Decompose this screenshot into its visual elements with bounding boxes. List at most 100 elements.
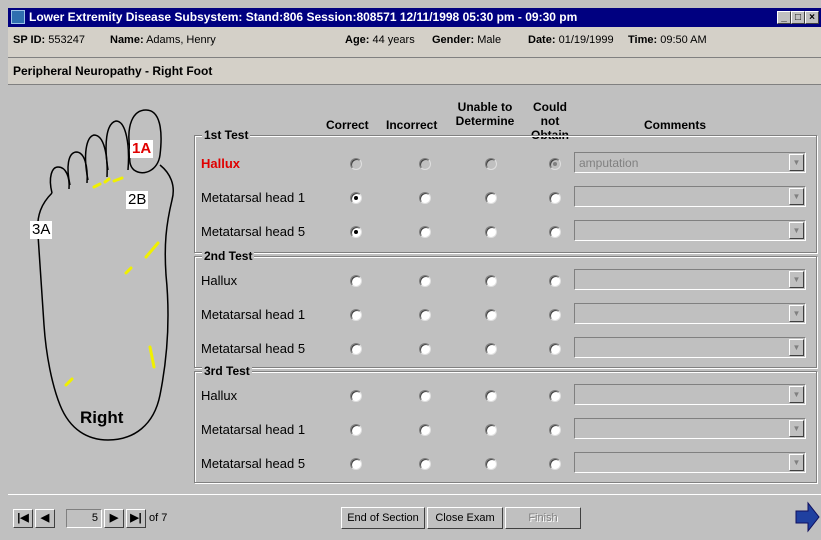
radio-unable[interactable]: [485, 275, 497, 287]
radio-could-not[interactable]: [549, 309, 561, 321]
radio-could-not[interactable]: [549, 158, 561, 170]
patient-age: Age: 44 years: [345, 34, 415, 46]
col-correct: Correct: [326, 118, 369, 132]
site-label: Metatarsal head 5: [201, 224, 306, 239]
end-of-section-button[interactable]: End of Section: [341, 507, 425, 529]
radio-correct[interactable]: [350, 192, 362, 204]
marker-1a: 1A: [130, 140, 154, 158]
radio-could-not[interactable]: [549, 275, 561, 287]
radio-incorrect[interactable]: [419, 343, 431, 355]
radio-incorrect[interactable]: [419, 192, 431, 204]
radio-unable[interactable]: [485, 343, 497, 355]
comments-dropdown[interactable]: ▼: [574, 303, 806, 324]
radio-correct[interactable]: [350, 309, 362, 321]
radio-incorrect[interactable]: [419, 309, 431, 321]
radio-incorrect[interactable]: [419, 424, 431, 436]
radio-could-not[interactable]: [549, 343, 561, 355]
radio-unable[interactable]: [485, 390, 497, 402]
chevron-down-icon[interactable]: ▼: [789, 271, 804, 288]
radio-incorrect[interactable]: [419, 458, 431, 470]
foot-side-label: Right: [80, 408, 124, 427]
comments-dropdown[interactable]: ▼: [574, 384, 806, 405]
radio-correct[interactable]: [350, 158, 362, 170]
comments-dropdown[interactable]: ▼: [574, 269, 806, 290]
chevron-down-icon[interactable]: ▼: [789, 154, 804, 171]
chevron-down-icon[interactable]: ▼: [789, 188, 804, 205]
section-bar: Peripheral Neuropathy - Right Foot: [8, 58, 821, 85]
close-exam-button[interactable]: Close Exam: [427, 507, 503, 529]
test-group-2: 2nd Test Hallux ▼ Metatarsal head 1 ▼ Metatar…: [194, 249, 817, 368]
site-label: Hallux: [201, 273, 238, 288]
site-label: Metatarsal head 5: [201, 456, 306, 471]
first-page-button[interactable]: |◀: [13, 509, 33, 528]
exam-time: Time: 09:50 AM: [628, 34, 707, 46]
sp-id: SP ID: 553247: [13, 34, 85, 46]
comments-dropdown[interactable]: ▼: [574, 452, 806, 473]
foot-diagram: 1A 2B 3A Right: [8, 85, 188, 465]
patient-gender: Gender: Male: [432, 34, 502, 46]
title-bar: Lower Extremity Disease Subsystem: Stand…: [8, 8, 821, 27]
radio-incorrect[interactable]: [419, 390, 431, 402]
radio-could-not[interactable]: [549, 424, 561, 436]
chevron-down-icon[interactable]: ▼: [789, 305, 804, 322]
test-group-3: 3rd Test Hallux ▼ Metatarsal head 1 ▼ Metatar…: [194, 364, 817, 483]
patient-info-bar: SP ID: 553247 Name: Adams, Henry Age: 44…: [8, 27, 821, 58]
radio-correct[interactable]: [350, 275, 362, 287]
site-label: Metatarsal head 1: [201, 422, 306, 437]
test-group-title: 3rd Test: [202, 364, 252, 378]
radio-correct[interactable]: [350, 343, 362, 355]
radio-could-not[interactable]: [549, 458, 561, 470]
col-comments: Comments: [644, 118, 707, 132]
radio-could-not[interactable]: [549, 390, 561, 402]
radio-unable[interactable]: [485, 309, 497, 321]
radio-could-not[interactable]: [549, 226, 561, 238]
col-unable: Unable to Determine: [455, 100, 515, 128]
radio-correct[interactable]: [350, 458, 362, 470]
chevron-down-icon[interactable]: ▼: [789, 222, 804, 239]
window-title: Lower Extremity Disease Subsystem: Stand…: [29, 10, 578, 24]
finish-button[interactable]: Finish: [505, 507, 581, 529]
next-page-button[interactable]: ▶: [104, 509, 124, 528]
maximize-button[interactable]: □: [791, 11, 805, 24]
radio-unable[interactable]: [485, 424, 497, 436]
radio-unable[interactable]: [485, 458, 497, 470]
comments-dropdown[interactable]: ▼: [574, 337, 806, 358]
radio-correct[interactable]: [350, 390, 362, 402]
comments-dropdown[interactable]: amputation ▼: [574, 152, 806, 173]
comments-dropdown[interactable]: ▼: [574, 418, 806, 439]
chevron-down-icon[interactable]: ▼: [789, 420, 804, 437]
marker-3a: 3A: [30, 221, 53, 239]
page-number-field[interactable]: 5: [66, 509, 102, 528]
close-button[interactable]: ×: [805, 11, 819, 24]
site-label: Metatarsal head 5: [201, 341, 306, 356]
patient-name: Name: Adams, Henry: [110, 34, 216, 46]
radio-incorrect[interactable]: [419, 275, 431, 287]
radio-correct[interactable]: [350, 226, 362, 238]
navigation-bar: |◀ ◀ 5 ▶ ▶| of 7 End of Section Close Ex…: [8, 494, 821, 540]
comments-value: amputation: [579, 156, 639, 170]
exam-date: Date: 01/19/1999: [528, 34, 614, 46]
radio-unable[interactable]: [485, 226, 497, 238]
site-label: Hallux: [201, 156, 241, 171]
next-arrow-icon[interactable]: [794, 501, 820, 533]
radio-unable[interactable]: [485, 192, 497, 204]
test-group-title: 1st Test: [202, 128, 251, 142]
test-group-title: 2nd Test: [202, 249, 255, 263]
site-label: Metatarsal head 1: [201, 190, 306, 205]
site-label: Hallux: [201, 388, 238, 403]
radio-could-not[interactable]: [549, 192, 561, 204]
radio-unable[interactable]: [485, 158, 497, 170]
chevron-down-icon[interactable]: ▼: [789, 339, 804, 356]
radio-incorrect[interactable]: [419, 226, 431, 238]
prev-page-button[interactable]: ◀: [35, 509, 55, 528]
chevron-down-icon[interactable]: ▼: [789, 454, 804, 471]
comments-dropdown[interactable]: ▼: [574, 186, 806, 207]
app-icon: [11, 10, 25, 24]
comments-dropdown[interactable]: ▼: [574, 220, 806, 241]
test-group-1: 1st Test Hallux amputation ▼ Metatarsal head…: [194, 128, 817, 253]
minimize-button[interactable]: _: [777, 11, 791, 24]
radio-incorrect[interactable]: [419, 158, 431, 170]
radio-correct[interactable]: [350, 424, 362, 436]
last-page-button[interactable]: ▶|: [126, 509, 146, 528]
chevron-down-icon[interactable]: ▼: [789, 386, 804, 403]
